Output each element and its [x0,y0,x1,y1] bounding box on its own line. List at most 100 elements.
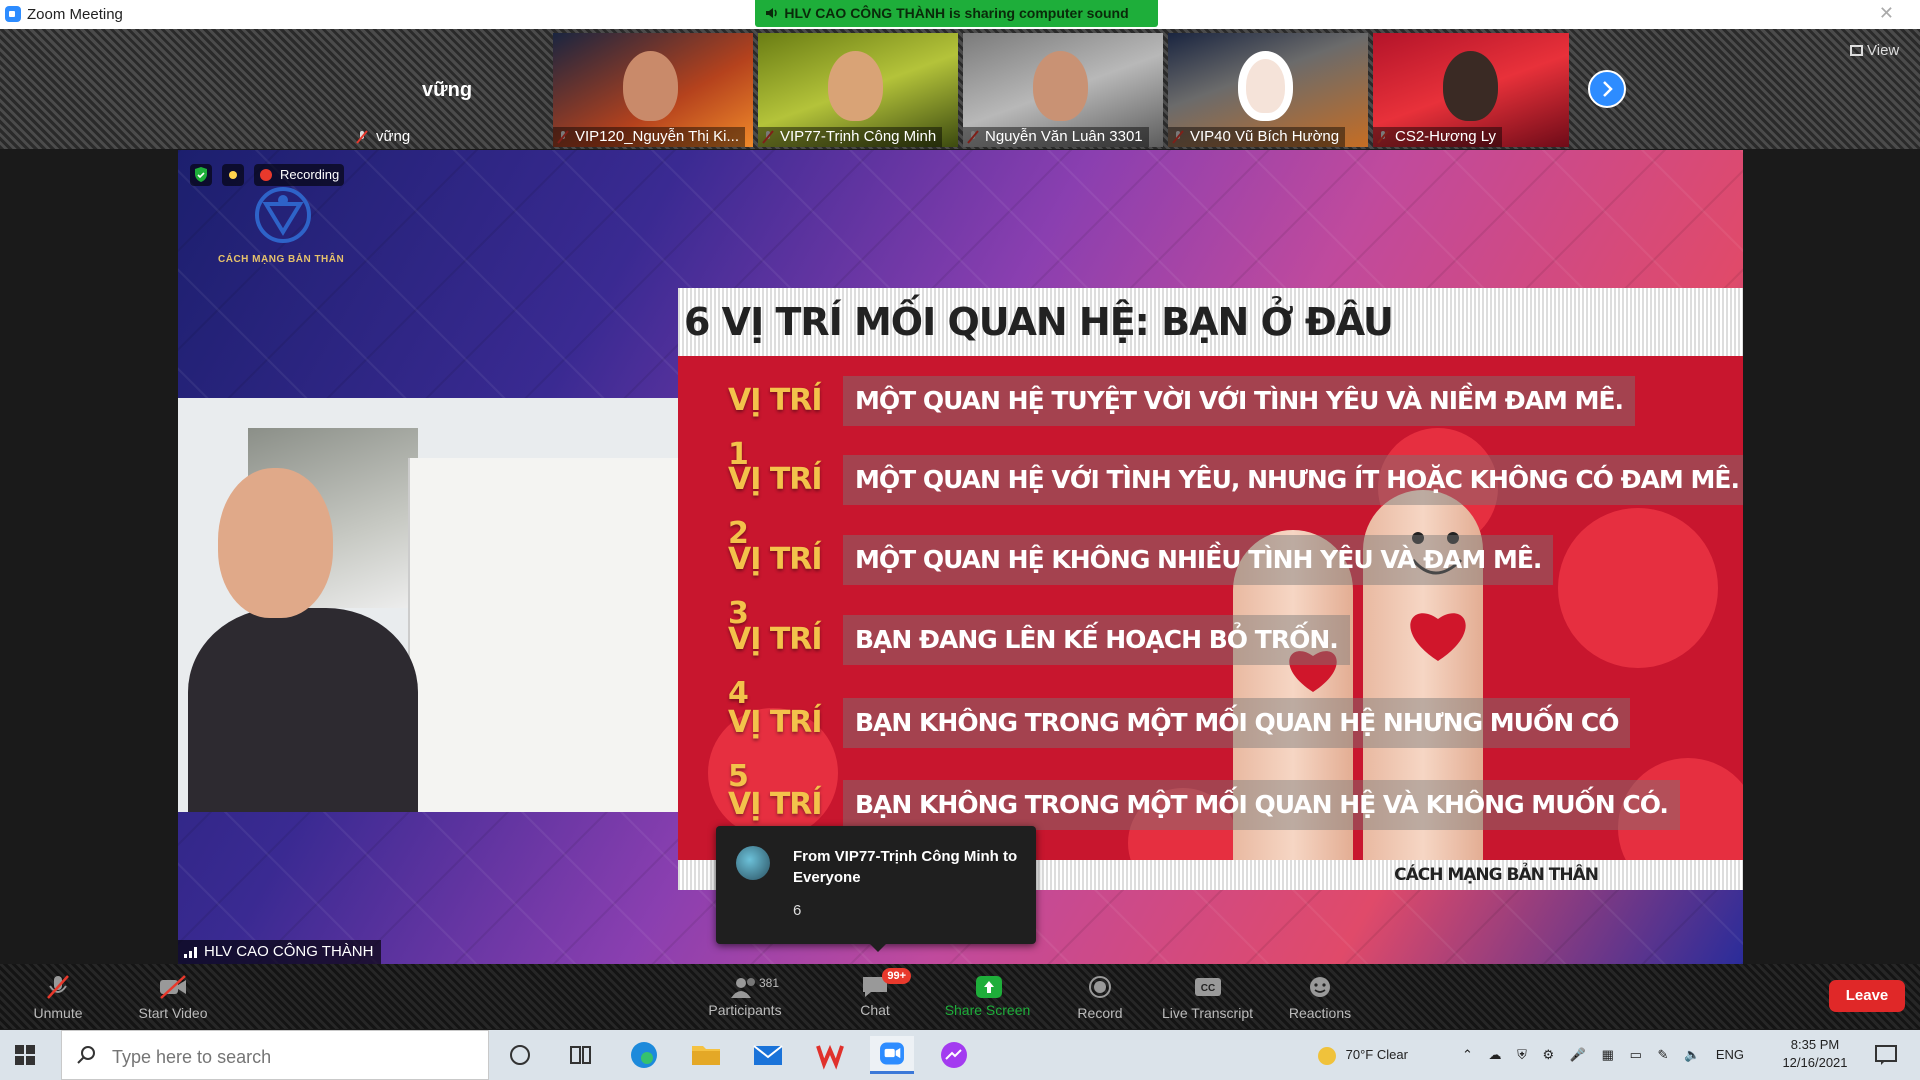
muted-mic-icon [47,975,69,999]
participants-label: Participants [708,1002,782,1018]
language-indicator[interactable]: ENG [1716,1047,1744,1062]
participant-tile[interactable]: VIP120_Nguyễn Thị Ki... [553,33,753,147]
participant-video [1033,51,1088,121]
chevron-up-icon[interactable]: ⌃ [1462,1047,1473,1062]
microphone-icon[interactable]: 🎤 [1570,1047,1586,1062]
share-screen-button[interactable]: Share Screen [940,964,1035,1029]
participant-tile[interactable]: VIP40 Vũ Bích Hường [1168,33,1368,147]
participant-video [623,51,678,121]
cortana-icon[interactable] [498,1036,542,1074]
clock-date: 12/16/2021 [1782,1055,1848,1070]
settings-icon[interactable]: ⚙ [1543,1047,1555,1062]
sharing-sound-banner: HLV CAO CÔNG THÀNH is sharing computer s… [755,0,1158,27]
close-icon[interactable]: ✕ [1879,3,1894,24]
presenter-camera-feed [178,398,678,812]
signal-bars-icon [184,947,197,958]
video-off-icon [160,975,186,999]
chevron-right-icon [1603,81,1613,97]
participant-tile-name-only[interactable]: vững vững [350,33,550,147]
reactions-label: Reactions [1288,1005,1352,1021]
chat-icon-wrap: 99+ [859,968,911,1000]
volume-icon[interactable]: 🔈 [1684,1047,1700,1062]
row-text: MỘT QUAN HỆ KHÔNG NHIỀU TÌNH YÊU VÀ ĐAM … [843,535,1554,585]
participants-button[interactable]: 381 Participants [700,964,790,1029]
windows-start-icon[interactable] [14,1044,36,1066]
view-button[interactable]: View [1850,42,1899,59]
battery-icon[interactable]: ▭ [1630,1047,1642,1062]
active-speaker-name: HLV CAO CÔNG THÀNH [204,943,374,960]
notification-center-icon[interactable] [1873,1042,1899,1068]
mail-icon[interactable] [746,1036,790,1074]
file-explorer-icon[interactable] [684,1036,728,1074]
messenger-icon[interactable] [932,1036,976,1074]
participant-label: CS2-Hương Ly [1373,127,1503,147]
zoom-app-icon [5,6,21,22]
window-title: Zoom Meeting [27,6,123,23]
chat-sender: From VIP77-Trịnh Công Minh to Everyone [793,848,1018,886]
chat-notification-popup[interactable]: From VIP77-Trịnh Công Minh to Everyone 6 [716,826,1036,952]
participant-label: VIP120_Nguyễn Thị Ki... [553,127,745,147]
share-icon-wrap [972,974,1004,1000]
leave-button[interactable]: Leave [1829,980,1905,1012]
presenter-head [218,468,333,618]
speaker-icon [766,8,777,18]
brand-logo-text: CÁCH MẠNG BẢN THÂN [218,254,345,265]
row-text: BẠN KHÔNG TRONG MỘT MỐI QUAN HỆ VÀ KHÔNG… [843,780,1680,830]
record-icon [1089,976,1111,998]
participant-tile[interactable]: Nguyễn Văn Luân 3301 [963,33,1163,147]
participant-label: VIP77-Trịnh Công Minh [758,127,943,147]
windows-taskbar: 70°F Clear ⌃ ☁ ⛨ ⚙ 🎤 ▦ ▭ ✎ 🔈 ENG 8:35 PM… [0,1030,1920,1080]
encryption-shield-icon[interactable] [190,164,212,186]
muted-mic-icon [356,130,368,144]
row-text: MỘT QUAN HỆ TUYỆT VỜI VỚI TÌNH YÊU VÀ NI… [843,376,1636,426]
presentation-slide: 6 VỊ TRÍ MỐI QUAN HỆ: BẠN Ở ĐÂU VỊ TRÍ 1… [678,288,1743,890]
participants-icon-wrap: 381 [729,974,779,1000]
reactions-button[interactable]: Reactions [1275,964,1365,1029]
unmute-label: Unmute [33,1005,83,1021]
unmute-button[interactable]: Unmute [18,964,98,1029]
start-video-button[interactable]: Start Video [128,964,218,1029]
clock-time: 8:35 PM [1790,1037,1840,1052]
cc-icon: CC [1194,978,1221,996]
row-text: MỘT QUAN HỆ VỚI TÌNH YÊU, NHƯNG ÍT HOẶC … [843,455,1743,505]
weather-icon[interactable] [1318,1046,1336,1065]
participant-video [1238,51,1293,121]
system-tray: 70°F Clear [1318,1030,1408,1080]
view-label: View [1867,42,1900,59]
record-button[interactable]: Record [1060,964,1140,1029]
task-view-icon[interactable] [558,1036,602,1074]
search-input[interactable] [110,1043,474,1071]
participant-tile[interactable]: VIP77-Trịnh Công Minh [758,33,958,147]
bokeh-light [1558,508,1718,668]
chat-label: Chat [860,1002,890,1018]
emoji-icon [1310,977,1330,997]
whiteboard [408,458,678,812]
search-icon [77,1046,95,1064]
taskbar-search-box[interactable] [61,1030,489,1080]
live-transcript-button[interactable]: CC Live Transcript [1155,964,1260,1029]
video-filter-icon[interactable] [222,164,244,186]
taskbar-clock[interactable]: 8:35 PM 12/16/2021 [1775,1036,1855,1072]
security-icon[interactable]: ⛨ [1517,1047,1527,1062]
gallery-next-button[interactable] [1588,70,1626,108]
zoom-taskbar-icon[interactable] [870,1036,914,1074]
row-text: BẠN KHÔNG TRONG MỘT MỐI QUAN HỆ NHƯNG MU… [843,698,1631,748]
wps-office-icon[interactable] [808,1036,852,1074]
tray-icons: ⌃ ☁ ⛨ ⚙ 🎤 ▦ ▭ ✎ 🔈 ENG [1462,1030,1744,1080]
participant-label: Nguyễn Văn Luân 3301 [963,127,1149,147]
network-icon[interactable]: ▦ [1602,1047,1614,1062]
sharing-sound-text: HLV CAO CÔNG THÀNH is sharing computer s… [784,5,1129,21]
chat-button[interactable]: 99+ Chat [840,964,911,1029]
pen-icon[interactable]: ✎ [1657,1047,1668,1062]
participant-tile[interactable]: CS2-Hương Ly [1373,33,1569,147]
share-screen-icon [975,976,1002,998]
participant-video [1443,51,1498,121]
grid-view-icon [1850,45,1863,56]
chat-message: 6 [793,902,802,919]
weather-text[interactable]: 70°F Clear [1346,1047,1408,1062]
heart-icon [1410,613,1466,661]
slide-footer-brand: CÁCH MẠNG BẢN THÂN [1394,865,1599,885]
edge-browser-icon[interactable] [622,1036,666,1074]
participant-label: VIP40 Vũ Bích Hường [1168,127,1346,147]
cloud-icon[interactable]: ☁ [1489,1047,1502,1062]
